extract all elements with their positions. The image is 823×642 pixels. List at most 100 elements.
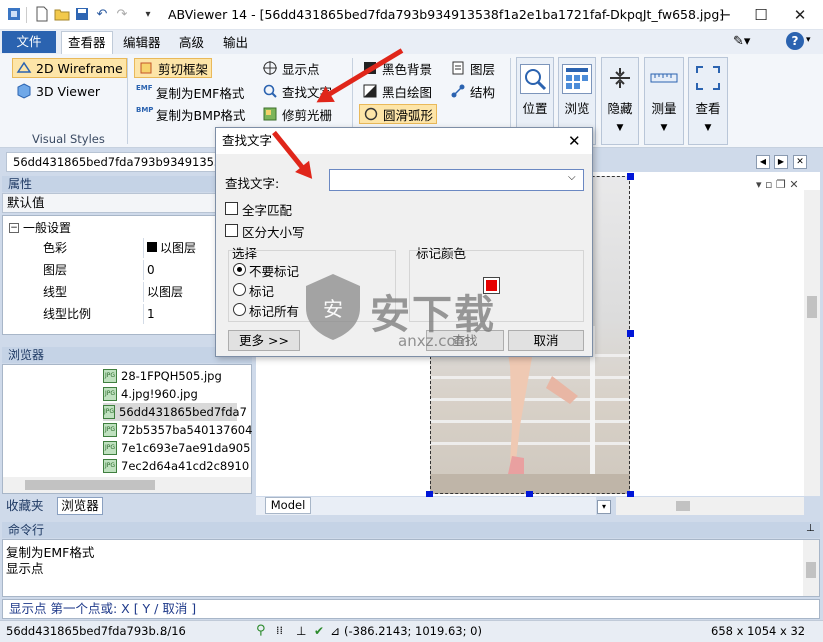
hide-icon [605,64,635,94]
3d-viewer-button[interactable]: 3D Viewer [16,81,100,101]
measure-dropdown-icon[interactable]: ▼ [645,123,683,133]
view-button[interactable]: 查看 ▼ [688,57,728,145]
help-icon[interactable]: ? [786,32,804,50]
undo-icon[interactable]: ↶ [94,6,110,22]
command-header: 命令行 [2,522,820,538]
grid-icon[interactable]: ⁞⁞ [276,621,283,641]
watermark-shield-icon: 安 [302,272,364,342]
2d-wireframe-label: 2D Wireframe [36,60,123,76]
model-tab[interactable]: Model [265,497,311,514]
no-mark-radio[interactable] [233,263,246,276]
new-file-icon[interactable] [34,6,50,22]
selection-handle[interactable] [627,173,634,180]
tab-next-icon[interactable]: ▶ [774,155,788,169]
property-key: 线型比例 [43,307,92,321]
layers-button[interactable]: 图层 [450,58,495,78]
scroll-thumb[interactable] [25,480,155,490]
crop-frame-button[interactable]: 剪切框架 [134,58,213,78]
pin-icon[interactable]: ⊥ [806,523,815,534]
list-item[interactable]: JPG 7e1c693e7ae91da905 [103,439,250,457]
quick-access-dropdown-icon[interactable]: ▾ [140,6,156,22]
close-button[interactable]: ✕ [782,4,818,26]
canvas-window-controls[interactable]: ▾ ▫ ❐ ✕ [756,178,799,191]
snap-icon[interactable]: ⚲ [256,621,266,641]
raster-icon [262,106,278,122]
find-text-label: 查找文字: [225,176,280,191]
tab-prev-icon[interactable]: ◀ [756,155,770,169]
document-tab[interactable]: 56dd431865bed7fda793b934913538f1a [6,152,218,172]
show-point-button[interactable]: 显示点 [262,58,320,78]
structure-button[interactable]: 结构 [450,81,495,101]
copy-emf-button[interactable]: EMF 复制为EMF格式 [136,82,244,102]
redo-icon[interactable]: ↷ [114,6,130,22]
canvas-hscrollbar[interactable] [616,497,804,515]
mark-all-radio[interactable] [233,303,246,316]
style-brush-icon[interactable]: ✎▾ [733,34,750,49]
command-input[interactable]: 显示点 第一个点或: X [ Y / 取消 ] [2,599,820,619]
property-key: 线型 [43,285,68,299]
minimize-button[interactable]: ─ [707,4,743,26]
cancel-button[interactable]: 取消 [508,330,584,351]
list-item[interactable]: JPG 7ec2d64a41cd2c8910 [103,457,249,475]
file-tab[interactable]: 文件 [2,31,56,53]
property-group-label: 一般设置 [23,221,72,235]
copy-bmp-button[interactable]: BMP 复制为BMP格式 [136,104,245,124]
browser-hscrollbar[interactable] [3,477,251,493]
view-dropdown-icon[interactable]: ▼ [689,123,727,133]
match-case-checkbox[interactable] [225,224,238,237]
tab-browser[interactable]: 浏览器 [57,497,103,515]
measure-status-icon[interactable]: ⊿ [330,621,340,641]
scroll-thumb[interactable] [676,501,690,511]
status-image-info: 658 x 1054 x 32 BPP; [711,624,806,638]
scroll-thumb[interactable] [806,562,816,578]
tab-advanced[interactable]: 高级 [179,33,204,53]
image-file-icon: JPG [103,459,117,473]
property-row[interactable]: 图层 0 [3,260,251,280]
copy-bmp-label: 复制为BMP格式 [156,107,246,123]
polar-icon[interactable]: ✔ [314,621,324,641]
status-page: 8/16 [160,624,186,638]
tab-favorites[interactable]: 收藏夹 [6,497,54,515]
scroll-thumb[interactable] [807,296,817,318]
save-icon[interactable] [74,6,90,22]
list-item[interactable]: JPG 72b5357ba540137604 [103,421,252,439]
help-dropdown-icon[interactable]: ▾ [806,35,811,45]
hide-dropdown-icon[interactable]: ▼ [602,123,638,133]
property-row[interactable]: 线型 以图层 [3,282,251,302]
layout-dropdown-icon[interactable]: ▾ [597,500,611,514]
mark-radio[interactable] [233,283,246,296]
chevron-down-icon[interactable]: ⌵ [568,172,576,183]
smooth-arc-button[interactable]: 圆滑弧形 [359,104,438,124]
list-item[interactable]: JPG 4.jpg!960.jpg [103,385,198,403]
tab-viewer[interactable]: 查看器 [61,31,113,54]
measure-button[interactable]: 测量 ▼ [644,57,684,145]
more-button[interactable]: 更多 >> [228,330,300,351]
window-title: ABViewer 14 - [56dd431865bed7fda793b9349… [168,7,725,22]
image-file-icon: JPG [103,441,117,455]
list-item-selected[interactable]: JPG 56dd431865bed7fda7 [103,403,247,421]
property-row[interactable]: 线型比例 1 [3,304,251,324]
open-folder-icon[interactable] [54,6,70,22]
ortho-icon[interactable]: ⊥ [296,621,306,641]
dialog-close-icon[interactable]: ✕ [568,132,581,150]
show-point-label: 显示点 [282,61,320,77]
maximize-button[interactable]: ☐ [743,4,779,26]
tab-editor[interactable]: 编辑器 [123,33,161,53]
3d-viewer-label: 3D Viewer [36,83,101,99]
image-file-icon: JPG [103,405,116,419]
whole-word-checkbox[interactable] [225,202,238,215]
command-scrollbar[interactable] [803,540,819,596]
2d-wireframe-button[interactable]: 2D Wireframe [12,58,127,78]
list-item[interactable]: JPG 28-1FPQH505.jpg [103,367,222,385]
hide-button[interactable]: 隐藏 ▼ [601,57,639,145]
image-file-icon: JPG [103,387,117,401]
tab-output[interactable]: 输出 [223,33,248,53]
property-row[interactable]: 色彩 以图层 [3,238,251,258]
find-text-input[interactable]: ⌵ [329,169,584,191]
selection-handle[interactable] [627,330,634,337]
property-group-row[interactable]: − 一般设置 [3,218,251,238]
tab-close-icon[interactable]: ✕ [793,155,807,169]
bw-drawing-button[interactable]: 黑白绘图 [362,81,432,101]
canvas-vscrollbar[interactable] [804,190,820,496]
collapse-icon[interactable]: − [9,223,19,233]
